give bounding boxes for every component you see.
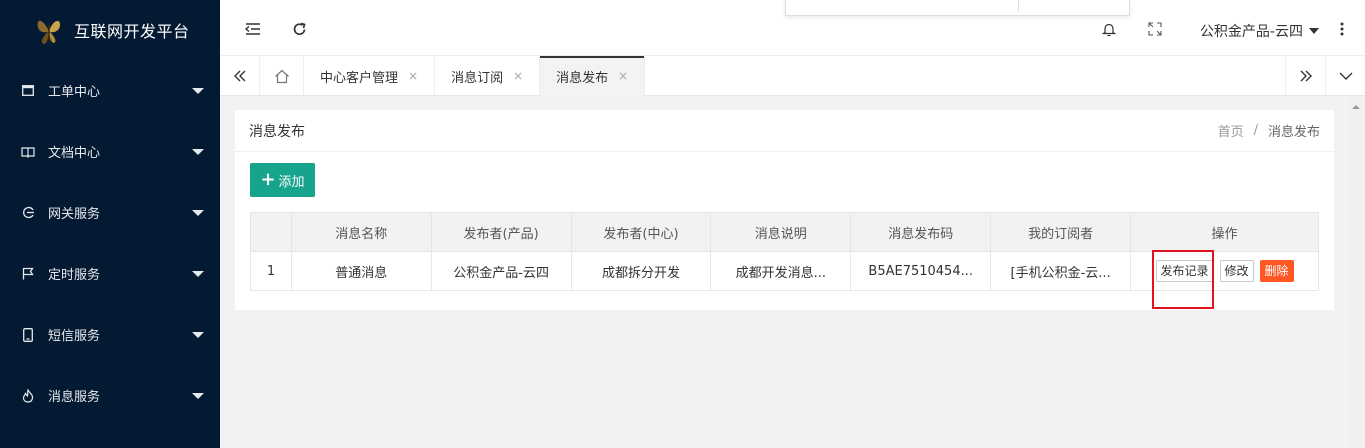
column-header-code: 消息发布码 bbox=[850, 212, 992, 252]
column-header-publisher-product: 发布者(产品) bbox=[430, 212, 572, 252]
column-header-publisher-center: 发布者(中心) bbox=[570, 212, 712, 252]
cell-name: 普通消息 bbox=[290, 251, 432, 291]
tab-customer-management[interactable]: 中心客户管理 × bbox=[304, 56, 436, 96]
main-content: 消息发布 首页 / 消息发布 + 添加 消息名称 发布者(产品) 发布者(中心)… bbox=[220, 96, 1348, 448]
window-icon bbox=[20, 83, 36, 99]
cell-actions: 发布记录 修改 删除 bbox=[1130, 251, 1319, 291]
flame-icon bbox=[20, 388, 36, 404]
breadcrumb-home[interactable]: 首页 bbox=[1218, 121, 1244, 140]
add-button-label: 添加 bbox=[278, 174, 305, 190]
page-title: 消息发布 bbox=[249, 123, 305, 140]
sidebar-item-label: 文档中心 bbox=[48, 146, 101, 161]
tabs-menu-chevron-down-icon[interactable] bbox=[1325, 56, 1365, 96]
chevron-down-icon bbox=[192, 87, 204, 94]
column-header-index bbox=[250, 212, 292, 252]
scroll-tabs-right-icon[interactable] bbox=[1285, 56, 1325, 96]
chevron-down-icon bbox=[192, 270, 204, 277]
dropdown-popup bbox=[785, 0, 1130, 16]
sidebar: 互联网开发平台 工单中心 文档中心 网关服务 定时服务 短信服务 消息服务 bbox=[0, 0, 220, 448]
tab-message-publish[interactable]: 消息发布 × bbox=[540, 56, 646, 96]
plus-icon: + bbox=[260, 169, 276, 190]
column-header-description: 消息说明 bbox=[710, 212, 852, 252]
sidebar-item-messages[interactable]: 消息服务 bbox=[0, 365, 220, 426]
sidebar-menu: 工单中心 文档中心 网关服务 定时服务 短信服务 消息服务 bbox=[0, 60, 220, 426]
column-header-subscribers: 我的订阅者 bbox=[990, 212, 1132, 252]
close-icon[interactable]: × bbox=[618, 69, 628, 83]
page-card: 消息发布 首页 / 消息发布 + 添加 消息名称 发布者(产品) 发布者(中心)… bbox=[235, 110, 1334, 310]
breadcrumb-separator: / bbox=[1253, 123, 1258, 138]
chevron-down-icon bbox=[192, 148, 204, 155]
chevron-down-icon bbox=[192, 209, 204, 216]
tabs-bar: 中心客户管理 × 消息订阅 × 消息发布 × bbox=[220, 56, 1365, 96]
cell-description: 成都开发消息... bbox=[710, 251, 852, 291]
more-vertical-icon[interactable] bbox=[1333, 20, 1351, 38]
refresh-icon[interactable] bbox=[290, 20, 308, 38]
column-header-actions: 操作 bbox=[1130, 212, 1319, 252]
logo[interactable]: 互联网开发平台 bbox=[0, 0, 220, 60]
sidebar-item-scheduler[interactable]: 定时服务 bbox=[0, 243, 220, 304]
breadcrumb-current: 消息发布 bbox=[1267, 125, 1320, 140]
book-icon bbox=[20, 144, 36, 160]
sidebar-item-work-orders[interactable]: 工单中心 bbox=[0, 60, 220, 121]
close-icon[interactable]: × bbox=[408, 69, 418, 83]
table-row: 1 普通消息 公积金产品-云四 成都拆分开发 成都开发消息... B5AE751… bbox=[250, 251, 1319, 291]
tab-label: 消息订阅 bbox=[451, 70, 504, 86]
chevron-down-icon bbox=[1309, 28, 1319, 34]
phone-icon bbox=[20, 327, 36, 343]
fullscreen-icon[interactable] bbox=[1146, 20, 1164, 38]
sidebar-item-label: 消息服务 bbox=[48, 390, 101, 405]
chevron-down-icon bbox=[192, 331, 204, 338]
scroll-tabs-left-icon[interactable] bbox=[220, 56, 260, 96]
sidebar-item-sms[interactable]: 短信服务 bbox=[0, 304, 220, 365]
cell-code: B5AE7510454... bbox=[850, 251, 992, 291]
delete-button[interactable]: 删除 bbox=[1259, 260, 1294, 282]
cell-index: 1 bbox=[250, 251, 292, 291]
table-header-row: 消息名称 发布者(产品) 发布者(中心) 消息说明 消息发布码 我的订阅者 操作 bbox=[250, 212, 1319, 252]
flag-icon bbox=[20, 266, 36, 282]
gateway-icon bbox=[20, 205, 36, 221]
scroll-up-arrow-icon[interactable] bbox=[1351, 100, 1363, 112]
sidebar-item-label: 短信服务 bbox=[48, 329, 101, 344]
sidebar-item-label: 工单中心 bbox=[48, 85, 101, 100]
butterfly-logo-icon bbox=[34, 13, 64, 47]
close-icon[interactable]: × bbox=[513, 69, 523, 83]
edit-button[interactable]: 修改 bbox=[1219, 260, 1254, 282]
add-button[interactable]: + 添加 bbox=[250, 163, 315, 197]
home-tab-icon[interactable] bbox=[260, 56, 304, 96]
cell-publisher-product: 公积金产品-云四 bbox=[430, 251, 572, 291]
message-table: 消息名称 发布者(产品) 发布者(中心) 消息说明 消息发布码 我的订阅者 操作… bbox=[250, 212, 1319, 291]
cell-subscribers: [手机公积金-云... bbox=[990, 251, 1132, 291]
user-menu[interactable]: 公积金产品-云四 bbox=[1200, 21, 1319, 41]
cell-publisher-center: 成都拆分开发 bbox=[570, 251, 712, 291]
sidebar-item-docs[interactable]: 文档中心 bbox=[0, 121, 220, 182]
card-header: 消息发布 首页 / 消息发布 bbox=[235, 110, 1334, 152]
breadcrumb: 首页 / 消息发布 bbox=[1218, 121, 1320, 140]
sidebar-item-label: 定时服务 bbox=[48, 268, 101, 283]
tab-label: 中心客户管理 bbox=[320, 70, 399, 86]
column-header-name: 消息名称 bbox=[290, 212, 432, 252]
collapse-menu-icon[interactable] bbox=[244, 20, 262, 38]
chevron-down-icon bbox=[192, 392, 204, 399]
tab-message-subscribe[interactable]: 消息订阅 × bbox=[435, 56, 541, 96]
app-title: 互联网开发平台 bbox=[74, 22, 190, 41]
sidebar-item-label: 网关服务 bbox=[48, 207, 101, 222]
tab-label: 消息发布 bbox=[556, 70, 609, 86]
sidebar-item-gateway[interactable]: 网关服务 bbox=[0, 182, 220, 243]
publish-records-button[interactable]: 发布记录 bbox=[1155, 260, 1214, 282]
top-header: 公积金产品-云四 bbox=[220, 0, 1365, 56]
user-name: 公积金产品-云四 bbox=[1199, 24, 1303, 40]
bell-icon[interactable] bbox=[1100, 20, 1118, 38]
